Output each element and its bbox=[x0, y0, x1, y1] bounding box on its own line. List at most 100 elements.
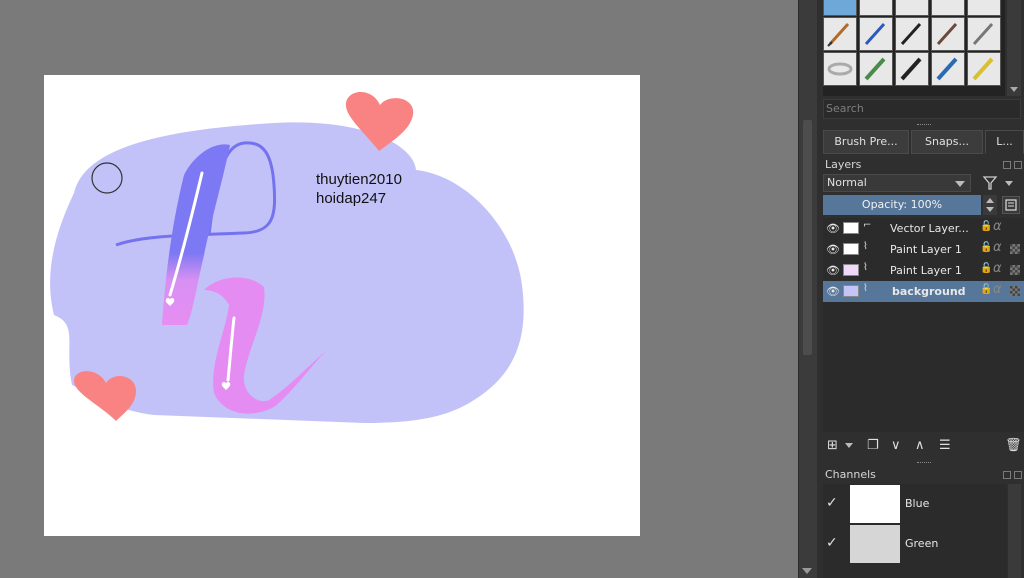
vector-layer-icon: ⌐ bbox=[863, 220, 872, 231]
delete-layer-icon[interactable]: 🗑 bbox=[1005, 438, 1022, 453]
layer-row[interactable]: 👁 ⌇ background 🔓 α bbox=[823, 281, 1024, 302]
canvas-vertical-scrollbar[interactable] bbox=[798, 0, 817, 578]
layer-row[interactable]: 👁 ⌇ Paint Layer 1 🔓 α bbox=[823, 260, 1024, 281]
layers-list: 👁 ⌐ Vector Layer... 🔓 α 👁 ⌇ Paint Layer … bbox=[823, 218, 1024, 432]
inherit-alpha-icon[interactable] bbox=[1010, 265, 1020, 275]
right-dock: Search Brush Pre... Snaps... L... Layers… bbox=[817, 0, 1024, 578]
layers-panel-title: Layers bbox=[825, 158, 862, 171]
layer-name[interactable]: Paint Layer 1 bbox=[890, 264, 962, 277]
scrollbar-thumb[interactable] bbox=[803, 120, 812, 355]
layer-name[interactable]: Paint Layer 1 bbox=[890, 243, 962, 256]
brush-preset-cell[interactable] bbox=[967, 0, 1001, 16]
marker-yellow-brush-icon bbox=[972, 57, 994, 81]
brush-grid-scrollbar[interactable] bbox=[1007, 0, 1021, 96]
inherit-alpha-icon[interactable] bbox=[1010, 286, 1020, 296]
brush-preset-grid bbox=[823, 0, 1005, 96]
visibility-eye-icon[interactable]: 👁 bbox=[826, 222, 840, 235]
channels-scrollbar[interactable] bbox=[1008, 484, 1021, 578]
canvas-text-line1: thuytien2010 bbox=[316, 171, 402, 188]
add-layer-menu-chevron-icon[interactable] bbox=[845, 443, 853, 448]
brush-search-input[interactable]: Search bbox=[823, 99, 1021, 119]
properties-icon bbox=[1005, 199, 1017, 211]
marker-blue-brush-icon bbox=[936, 57, 958, 81]
channel-thumbnail bbox=[850, 525, 900, 563]
tab-brush-presets[interactable]: Brush Pre... bbox=[823, 130, 909, 154]
close-panel-icon[interactable] bbox=[1014, 161, 1022, 169]
layer-row[interactable]: 👁 ⌐ Vector Layer... 🔓 α bbox=[823, 218, 1024, 239]
layer-properties-icon[interactable]: ☰ bbox=[939, 438, 951, 453]
duplicate-layer-icon[interactable]: ❐ bbox=[867, 438, 879, 453]
brush-preset-cell[interactable] bbox=[931, 17, 965, 51]
opacity-spinbox[interactable] bbox=[983, 195, 997, 215]
channels-panel-title: Channels bbox=[825, 468, 876, 481]
layer-row[interactable]: 👁 ⌇ Paint Layer 1 🔓 α bbox=[823, 239, 1024, 260]
close-panel-icon[interactable] bbox=[1014, 471, 1022, 479]
opacity-slider[interactable]: Opacity: 100% bbox=[823, 195, 981, 215]
gray-pen-brush-icon bbox=[972, 22, 994, 46]
ink-pen-brush-icon bbox=[900, 22, 922, 46]
brush-preset-cell[interactable] bbox=[859, 52, 893, 86]
brush-preset-cell[interactable] bbox=[931, 52, 965, 86]
lock-icon[interactable]: 🔓 bbox=[980, 242, 992, 253]
layer-name[interactable]: Vector Layer... bbox=[890, 222, 969, 235]
brush-preset-cell[interactable] bbox=[859, 0, 893, 16]
canvas-text-line2: hoidap247 bbox=[316, 190, 387, 207]
tab-layers[interactable]: L... bbox=[985, 130, 1024, 154]
panel-grip-handle[interactable] bbox=[917, 124, 931, 127]
brush-preset-cell[interactable] bbox=[823, 0, 857, 16]
visibility-eye-icon[interactable]: 👁 bbox=[826, 285, 840, 298]
add-layer-icon[interactable]: ⊞ bbox=[827, 438, 838, 453]
brush-preset-cell[interactable] bbox=[895, 17, 929, 51]
layer-toolbar: ⊞ ❐ ∨ ∧ ☰ 🗑 bbox=[823, 436, 1024, 458]
brush-preset-cell[interactable] bbox=[967, 17, 1001, 51]
brush-preset-cell[interactable] bbox=[895, 0, 929, 16]
brush-preset-cell[interactable] bbox=[931, 0, 965, 16]
brown-pen-brush-icon bbox=[936, 22, 958, 46]
alpha-lock-icon[interactable]: α bbox=[993, 219, 1002, 234]
brush-preset-cell[interactable] bbox=[967, 52, 1001, 86]
pencil-brush-icon bbox=[827, 22, 850, 47]
layer-thumbnail bbox=[843, 222, 859, 234]
paint-layer-icon: ⌇ bbox=[863, 283, 868, 294]
alpha-lock-icon[interactable]: α bbox=[993, 261, 1002, 276]
lock-icon[interactable]: 🔓 bbox=[980, 263, 992, 274]
channel-row[interactable]: ✓ Green bbox=[823, 524, 1007, 564]
channel-thumbnail bbox=[850, 485, 900, 523]
filter-funnel-icon bbox=[982, 176, 1013, 190]
layer-properties-button[interactable] bbox=[1002, 196, 1020, 214]
panel-grip-handle[interactable] bbox=[917, 462, 931, 465]
channels-list: ✓ Blue ✓ Green bbox=[823, 484, 1007, 578]
float-panel-icon[interactable] bbox=[1003, 471, 1011, 479]
spin-down-arrow-icon[interactable] bbox=[986, 207, 994, 212]
layer-name[interactable]: background bbox=[892, 285, 966, 298]
tab-snapshots[interactable]: Snaps... bbox=[911, 130, 983, 154]
float-panel-icon[interactable] bbox=[1003, 161, 1011, 169]
layer-thumbnail bbox=[843, 285, 859, 297]
brush-preset-cell[interactable] bbox=[895, 52, 929, 86]
alpha-lock-icon[interactable]: α bbox=[993, 282, 1002, 297]
inherit-alpha-icon[interactable] bbox=[1010, 244, 1020, 254]
blend-mode-select[interactable]: Normal bbox=[823, 174, 971, 192]
move-layer-down-icon[interactable]: ∨ bbox=[891, 438, 901, 453]
scroll-down-arrow-icon[interactable] bbox=[802, 568, 812, 574]
checkmark-icon[interactable]: ✓ bbox=[826, 495, 838, 511]
canvas-viewport[interactable]: thuytien2010 hoidap247 bbox=[0, 0, 800, 578]
drawing-canvas[interactable]: thuytien2010 hoidap247 bbox=[44, 75, 640, 536]
spin-up-arrow-icon[interactable] bbox=[986, 198, 994, 203]
channel-name: Blue bbox=[905, 497, 930, 510]
lock-icon[interactable]: 🔓 bbox=[980, 221, 992, 232]
layer-filter-button[interactable] bbox=[981, 174, 1019, 192]
lock-icon[interactable]: 🔓 bbox=[980, 284, 992, 295]
brush-preset-cell[interactable] bbox=[823, 17, 857, 51]
visibility-eye-icon[interactable]: 👁 bbox=[826, 243, 840, 256]
brush-preset-cell[interactable] bbox=[823, 52, 857, 86]
layer-thumbnail bbox=[843, 264, 859, 276]
brush-preset-cell[interactable] bbox=[859, 17, 893, 51]
checkmark-icon[interactable]: ✓ bbox=[826, 535, 838, 551]
scroll-down-arrow-icon[interactable] bbox=[1010, 87, 1018, 92]
paint-layer-icon: ⌇ bbox=[863, 262, 868, 273]
move-layer-up-icon[interactable]: ∧ bbox=[915, 438, 925, 453]
visibility-eye-icon[interactable]: 👁 bbox=[826, 264, 840, 277]
alpha-lock-icon[interactable]: α bbox=[993, 240, 1002, 255]
channel-row[interactable]: ✓ Blue bbox=[823, 484, 1007, 524]
